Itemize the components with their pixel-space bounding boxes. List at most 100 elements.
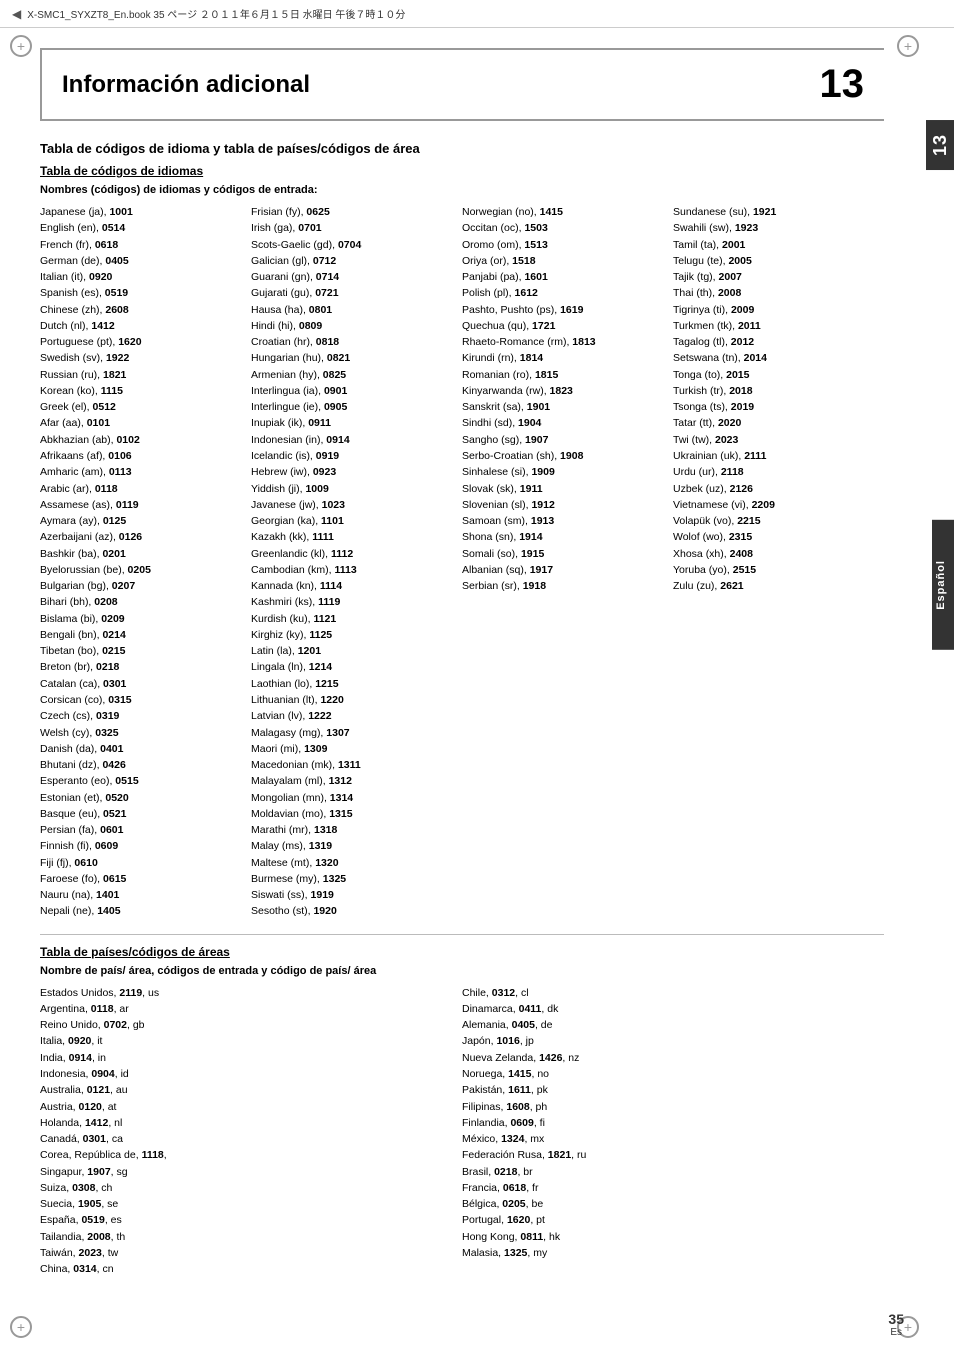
chapter-number-badge: 13 bbox=[800, 62, 865, 107]
lang-entry: Uzbek (uz), 2126 bbox=[673, 481, 874, 497]
lang-entry: Fiji (fj), 0610 bbox=[40, 855, 241, 871]
corner-decoration-tr bbox=[897, 35, 919, 57]
lang-entry: Sinhalese (si), 1909 bbox=[462, 464, 663, 480]
lang-entry: Abkhazian (ab), 0102 bbox=[40, 432, 241, 448]
lang-entry: Bashkir (ba), 0201 bbox=[40, 546, 241, 562]
country-table: Estados Unidos, 2119, usArgentina, 0118,… bbox=[40, 985, 884, 1278]
lang-entry: Slovenian (sl), 1912 bbox=[462, 497, 663, 513]
lang-entry: Tagalog (tl), 2012 bbox=[673, 334, 874, 350]
lang-entry: Xhosa (xh), 2408 bbox=[673, 546, 874, 562]
lang-entry: Estados Unidos, 2119, us bbox=[40, 985, 452, 1001]
lang-entry: Japanese (ja), 1001 bbox=[40, 204, 241, 220]
header-text: X-SMC1_SYXZT8_En.book 35 ページ ２０１１年６月１５日 … bbox=[27, 6, 405, 21]
lang-entry: Finnish (fi), 0609 bbox=[40, 838, 241, 854]
lang-entry: Hong Kong, 0811, hk bbox=[462, 1229, 874, 1245]
page-number: 35 bbox=[888, 1311, 904, 1327]
lang-entry: Thai (th), 2008 bbox=[673, 285, 874, 301]
lang-entry: Afar (aa), 0101 bbox=[40, 415, 241, 431]
lang-entry: Kirundi (rn), 1814 bbox=[462, 350, 663, 366]
lang-entry: Turkmen (tk), 2011 bbox=[673, 318, 874, 334]
lang-entry: Russian (ru), 1821 bbox=[40, 367, 241, 383]
header-bar: ◀ X-SMC1_SYXZT8_En.book 35 ページ ２０１１年６月１５… bbox=[0, 0, 954, 28]
lang-entry: Hebrew (iw), 0923 bbox=[251, 464, 452, 480]
lang-entry: Vietnamese (vi), 2209 bbox=[673, 497, 874, 513]
lang-entry: Afrikaans (af), 0106 bbox=[40, 448, 241, 464]
lang-entry: Scots-Gaelic (gd), 0704 bbox=[251, 237, 452, 253]
lang-entry: Georgian (ka), 1101 bbox=[251, 513, 452, 529]
lang-entry: Italian (it), 0920 bbox=[40, 269, 241, 285]
lang-entry: Irish (ga), 0701 bbox=[251, 220, 452, 236]
lang-entry: Tsonga (ts), 2019 bbox=[673, 399, 874, 415]
lang-entry: Bélgica, 0205, be bbox=[462, 1196, 874, 1212]
country-col-2: Chile, 0312, clDinamarca, 0411, dkAleman… bbox=[462, 985, 884, 1278]
lang-col-1: Japanese (ja), 1001English (en), 0514Fre… bbox=[40, 204, 251, 920]
lang-entry: Suecia, 1905, se bbox=[40, 1196, 452, 1212]
main-content: Información adicional 13 Tabla de código… bbox=[0, 28, 924, 1297]
lang-entry: Setswana (tn), 2014 bbox=[673, 350, 874, 366]
lang-entry: Interlingua (ia), 0901 bbox=[251, 383, 452, 399]
lang-entry: México, 1324, mx bbox=[462, 1131, 874, 1147]
lang-entry: Polish (pl), 1612 bbox=[462, 285, 663, 301]
lang-entry: Indonesia, 0904, id bbox=[40, 1066, 452, 1082]
subsection1-heading: Tabla de códigos de idiomas bbox=[40, 164, 884, 178]
lang-col-2: Frisian (fy), 0625Irish (ga), 0701Scots-… bbox=[251, 204, 462, 920]
lang-entry: Guarani (gn), 0714 bbox=[251, 269, 452, 285]
lang-entry: Tailandia, 2008, th bbox=[40, 1229, 452, 1245]
lang-entry: Portuguese (pt), 1620 bbox=[40, 334, 241, 350]
lang-entry: Gujarati (gu), 0721 bbox=[251, 285, 452, 301]
lang-entry: Nauru (na), 1401 bbox=[40, 887, 241, 903]
lang-entry: Mongolian (mn), 1314 bbox=[251, 790, 452, 806]
lang-entry: Maltese (mt), 1320 bbox=[251, 855, 452, 871]
lang-entry: Corsican (co), 0315 bbox=[40, 692, 241, 708]
header-arrow-icon: ◀ bbox=[12, 7, 21, 21]
lang-entry: Bulgarian (bg), 0207 bbox=[40, 578, 241, 594]
section1-heading: Tabla de códigos de idioma y tabla de pa… bbox=[40, 141, 884, 156]
lang-entry: Dutch (nl), 1412 bbox=[40, 318, 241, 334]
lang-entry: Tamil (ta), 2001 bbox=[673, 237, 874, 253]
language-table: Japanese (ja), 1001English (en), 0514Fre… bbox=[40, 204, 884, 920]
lang-entry: Occitan (oc), 1503 bbox=[462, 220, 663, 236]
lang-entry: Catalan (ca), 0301 bbox=[40, 676, 241, 692]
lang-entry: Malay (ms), 1319 bbox=[251, 838, 452, 854]
lang-entry: Swedish (sv), 1922 bbox=[40, 350, 241, 366]
lang-entry: Federación Rusa, 1821, ru bbox=[462, 1147, 874, 1163]
lang-entry: Macedonian (mk), 1311 bbox=[251, 757, 452, 773]
lang-entry: Kazakh (kk), 1111 bbox=[251, 529, 452, 545]
lang-entry: Yiddish (ji), 1009 bbox=[251, 481, 452, 497]
lang-entry: Finlandia, 0609, fi bbox=[462, 1115, 874, 1131]
lang-entry: Estonian (et), 0520 bbox=[40, 790, 241, 806]
lang-entry: China, 0314, cn bbox=[40, 1261, 452, 1277]
lang-entry: Francia, 0618, fr bbox=[462, 1180, 874, 1196]
lang-entry: Samoan (sm), 1913 bbox=[462, 513, 663, 529]
lang-entry: Romanian (ro), 1815 bbox=[462, 367, 663, 383]
lang-entry: Sangho (sg), 1907 bbox=[462, 432, 663, 448]
lang-entry: Czech (cs), 0319 bbox=[40, 708, 241, 724]
lang-entry: Greek (el), 0512 bbox=[40, 399, 241, 415]
lang-entry: Bislama (bi), 0209 bbox=[40, 611, 241, 627]
lang-entry: Malayalam (ml), 1312 bbox=[251, 773, 452, 789]
lang-entry: Alemania, 0405, de bbox=[462, 1017, 874, 1033]
footer-lang-code: Es bbox=[890, 1327, 902, 1338]
lang-entry: Azerbaijani (az), 0126 bbox=[40, 529, 241, 545]
lang-entry: Urdu (ur), 2118 bbox=[673, 464, 874, 480]
lang-entry: Swahili (sw), 1923 bbox=[673, 220, 874, 236]
lang-entry: Breton (br), 0218 bbox=[40, 659, 241, 675]
lang-entry: Korean (ko), 1115 bbox=[40, 383, 241, 399]
lang-entry: Albanian (sq), 1917 bbox=[462, 562, 663, 578]
lang-col-3: Norwegian (no), 1415Occitan (oc), 1503Or… bbox=[462, 204, 673, 920]
lang-entry: Interlingue (ie), 0905 bbox=[251, 399, 452, 415]
lang-col-4: Sundanese (su), 1921Swahili (sw), 1923Ta… bbox=[673, 204, 884, 920]
lang-entry: Greenlandic (kl), 1112 bbox=[251, 546, 452, 562]
lang-entry: Pakistán, 1611, pk bbox=[462, 1082, 874, 1098]
lang-entry: Shona (sn), 1914 bbox=[462, 529, 663, 545]
lang-entry: Indonesian (in), 0914 bbox=[251, 432, 452, 448]
chapter-tab: 13 bbox=[926, 120, 954, 170]
lang-entry: Argentina, 0118, ar bbox=[40, 1001, 452, 1017]
lang-entry: Hausa (ha), 0801 bbox=[251, 302, 452, 318]
lang-entry: Galician (gl), 0712 bbox=[251, 253, 452, 269]
lang-entry: Persian (fa), 0601 bbox=[40, 822, 241, 838]
lang-entry: Tibetan (bo), 0215 bbox=[40, 643, 241, 659]
subsection1-desc: Nombres (códigos) de idiomas y códigos d… bbox=[40, 184, 884, 196]
lang-entry: Chinese (zh), 2608 bbox=[40, 302, 241, 318]
lang-entry: Lithuanian (lt), 1220 bbox=[251, 692, 452, 708]
